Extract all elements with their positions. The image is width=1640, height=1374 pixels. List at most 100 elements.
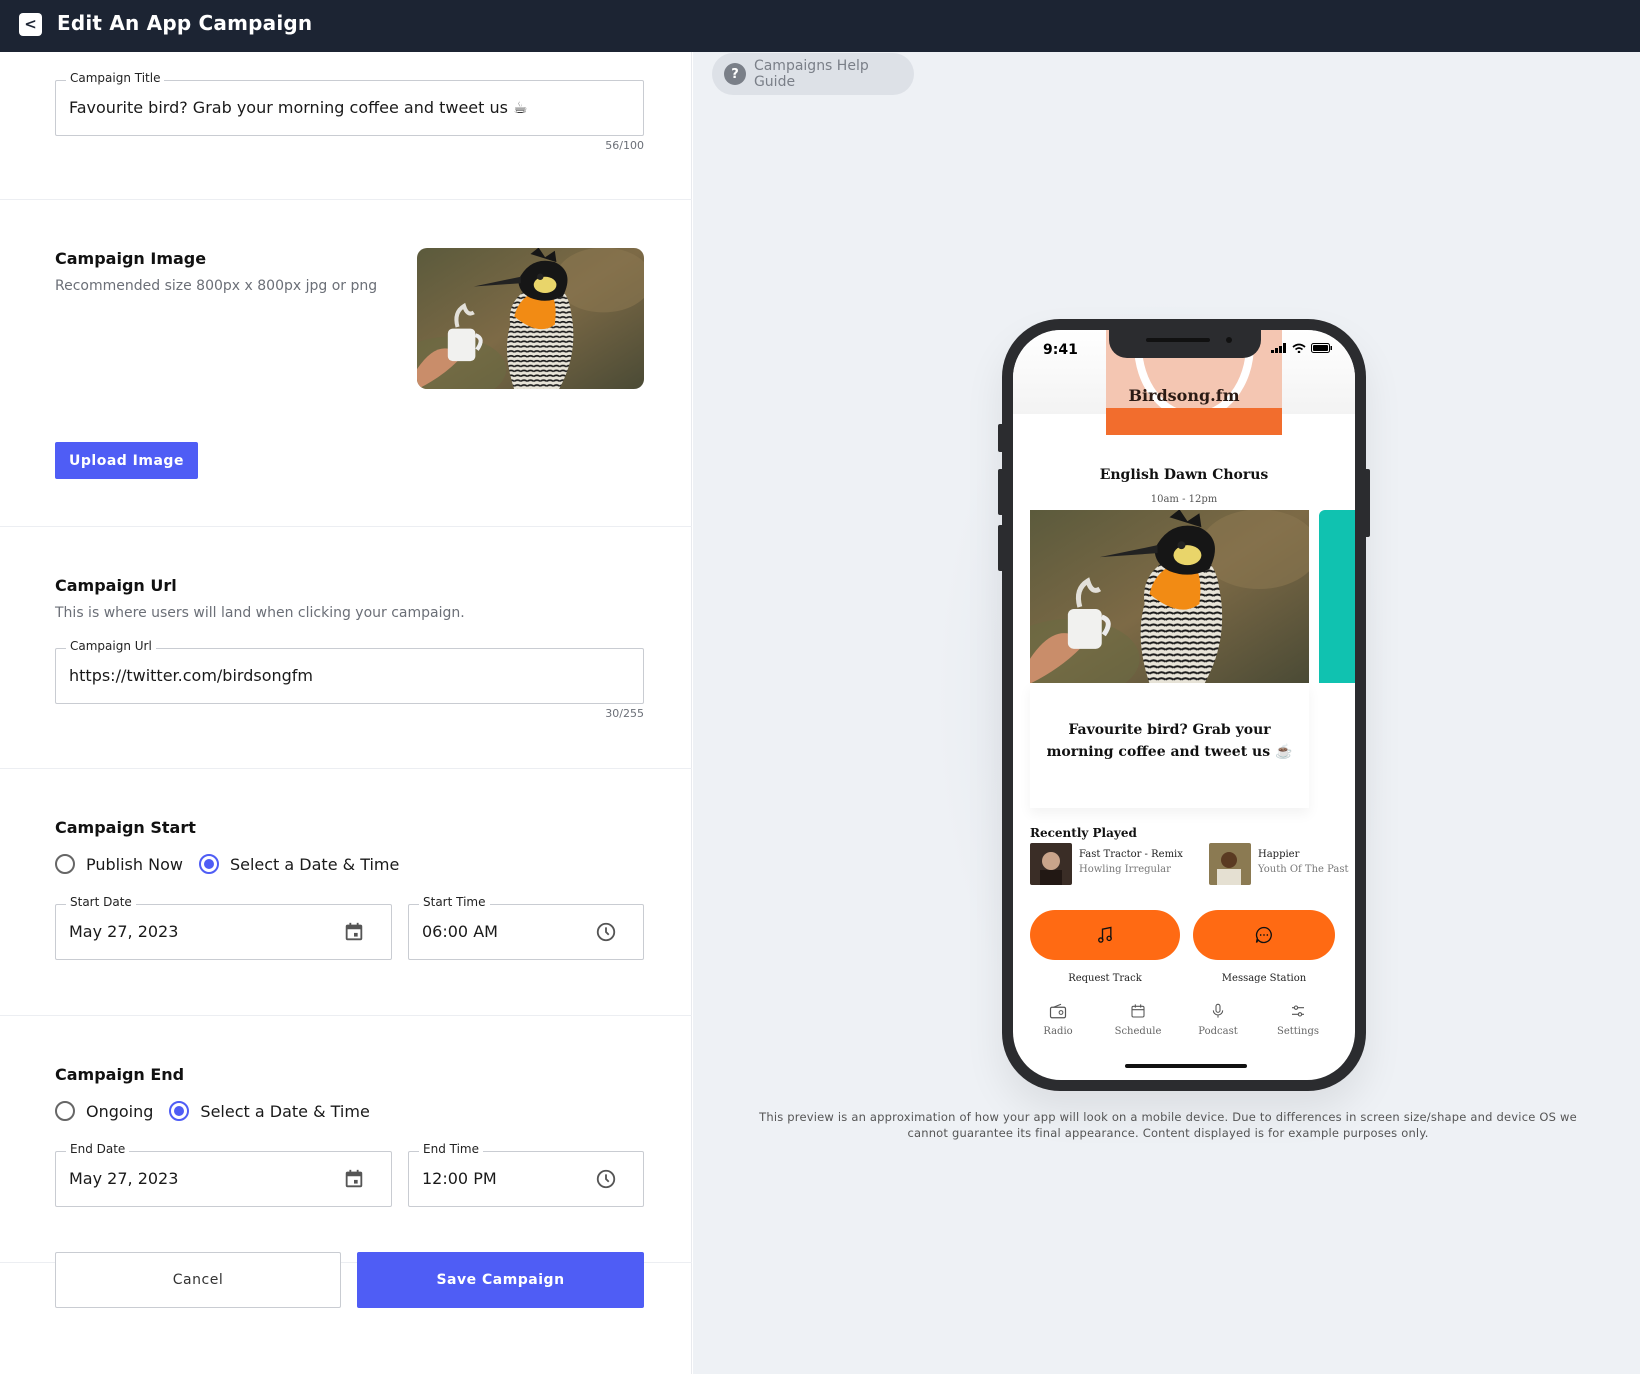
campaign-card-image[interactable] <box>1030 510 1309 683</box>
request-track-button[interactable] <box>1030 910 1180 960</box>
recent-track[interactable]: Fast Tractor - Remix Howling Irregular <box>1030 843 1183 885</box>
phone-side-button <box>998 525 1004 571</box>
status-time: 9:41 <box>1043 342 1078 358</box>
tab-settings[interactable]: Settings <box>1263 1003 1333 1037</box>
show-time: 10am - 12pm <box>1150 494 1218 505</box>
show-title: English Dawn Chorus <box>1099 467 1269 483</box>
chevron-left-icon: < <box>24 15 37 33</box>
help-guide-button[interactable]: ? Campaigns Help Guide <box>712 53 914 95</box>
campaign-title-label: Campaign Title <box>66 71 165 85</box>
campaign-end-options: Ongoing Select a Date & Time <box>55 1101 370 1121</box>
campaign-start-title: Campaign Start <box>55 818 196 837</box>
page-title: Edit An App Campaign <box>57 11 313 35</box>
request-track-label: Request Track <box>1068 973 1142 984</box>
divider <box>0 199 692 200</box>
track-name: Happier <box>1258 849 1300 860</box>
tab-radio[interactable]: Radio <box>1023 1003 1093 1037</box>
end-time-field[interactable]: End Time 12:00 PM <box>408 1142 644 1207</box>
chat-bubble-icon <box>1255 926 1272 944</box>
campaign-url-value: https://twitter.com/birdsongfm <box>69 666 313 685</box>
campaign-title-counter: 56/100 <box>605 139 644 152</box>
track-artist: Youth Of The Past <box>1258 864 1349 875</box>
recent-track[interactable]: Happier Youth Of The Past <box>1209 843 1349 885</box>
end-time-value: 12:00 PM <box>422 1169 497 1188</box>
start-date-field[interactable]: Start Date May 27, 2023 <box>55 895 392 960</box>
message-station-label: Message Station <box>1221 973 1307 984</box>
campaign-card[interactable]: Favourite bird? Grab your morning coffee… <box>1030 683 1309 808</box>
campaign-image-title: Campaign Image <box>55 249 207 268</box>
home-indicator <box>1125 1064 1247 1068</box>
end-date-field[interactable]: End Date May 27, 2023 <box>55 1142 392 1207</box>
divider <box>0 1015 692 1016</box>
start-time-field[interactable]: Start Time 06:00 AM <box>408 895 644 960</box>
campaign-image-subtitle: Recommended size 800px x 800px jpg or pn… <box>55 278 378 294</box>
cancel-button[interactable]: Cancel <box>55 1252 341 1308</box>
back-button[interactable]: < <box>19 13 42 36</box>
tab-settings-label: Settings <box>1277 1026 1319 1037</box>
campaign-url-field[interactable]: Campaign Url https://twitter.com/birdson… <box>55 639 644 704</box>
tab-bar: Radio Schedule Podcast Settings <box>1013 995 1355 1045</box>
track-artist: Howling Irregular <box>1079 864 1171 875</box>
sliders-icon <box>1292 1005 1304 1017</box>
upload-image-button[interactable]: Upload Image <box>55 442 198 479</box>
radio-ongoing-label: Ongoing <box>86 1101 154 1121</box>
radio-ongoing[interactable] <box>55 1101 75 1121</box>
battery-icon <box>1311 343 1332 353</box>
track-artwork <box>1030 843 1072 885</box>
start-time-value: 06:00 AM <box>422 922 498 941</box>
calendar-icon[interactable] <box>343 921 365 943</box>
track-artwork <box>1209 843 1251 885</box>
radio-icon <box>1049 1003 1067 1019</box>
phone-side-button <box>998 424 1004 452</box>
signal-icon <box>1271 343 1286 353</box>
campaign-url-subtitle: This is where users will land when click… <box>55 605 465 621</box>
question-icon: ? <box>724 63 746 85</box>
campaign-url-label: Campaign Url <box>66 639 156 653</box>
phone-notch <box>1109 330 1261 358</box>
campaign-start-options: Publish Now Select a Date & Time <box>55 854 399 874</box>
phone-mockup: Birdsong.fm 9:41 English Dawn Chorus 10a… <box>998 319 1370 1091</box>
clock-icon[interactable] <box>595 921 617 943</box>
preview-panel: ? Campaigns Help Guide Birdsong.fm 9:41 … <box>693 52 1640 1374</box>
start-date-value: May 27, 2023 <box>69 922 179 941</box>
radio-publish-now-label: Publish Now <box>86 854 183 874</box>
tab-podcast[interactable]: Podcast <box>1183 1003 1253 1037</box>
calendar-icon[interactable] <box>343 1168 365 1190</box>
phone-side-button <box>998 469 1004 515</box>
top-bar: < Edit An App Campaign <box>0 0 1640 52</box>
radio-publish-now[interactable] <box>55 854 75 874</box>
campaign-image-preview <box>417 248 644 389</box>
microphone-icon <box>1212 1003 1224 1018</box>
campaign-title-field[interactable]: Campaign Title Favourite bird? Grab your… <box>55 71 644 136</box>
campaign-form: Campaign Title Favourite bird? Grab your… <box>0 52 692 1374</box>
start-date-label: Start Date <box>66 895 136 909</box>
recently-played-title: Recently Played <box>1030 826 1137 840</box>
tab-schedule[interactable]: Schedule <box>1103 1003 1173 1037</box>
campaign-end-title: Campaign End <box>55 1065 185 1084</box>
phone-side-button <box>1364 469 1370 537</box>
next-card-peek[interactable] <box>1319 510 1355 683</box>
calendar-icon <box>1131 1004 1145 1018</box>
tab-radio-label: Radio <box>1043 1026 1073 1037</box>
phone-screen: Birdsong.fm 9:41 English Dawn Chorus 10a… <box>1013 330 1355 1080</box>
status-icons <box>1271 343 1333 353</box>
campaign-title-value: Favourite bird? Grab your morning coffee… <box>69 98 528 117</box>
divider <box>0 526 692 527</box>
radio-start-select-date[interactable] <box>198 854 219 874</box>
music-note-icon <box>1098 926 1112 943</box>
clock-icon[interactable] <box>595 1168 617 1190</box>
save-campaign-button[interactable]: Save Campaign <box>357 1252 644 1308</box>
end-date-label: End Date <box>66 1142 130 1156</box>
end-time-label: End Time <box>419 1142 483 1156</box>
preview-disclaimer: This preview is an approximation of how … <box>759 1110 1577 1140</box>
campaign-url-title: Campaign Url <box>55 576 177 595</box>
radio-end-select-date[interactable] <box>169 1101 190 1121</box>
station-name: Birdsong.fm <box>1128 386 1240 405</box>
help-guide-label: Campaigns Help Guide <box>753 58 869 90</box>
divider <box>0 768 692 769</box>
radio-end-select-date-label: Select a Date & Time <box>200 1101 370 1121</box>
message-station-button[interactable] <box>1193 910 1335 960</box>
end-date-value: May 27, 2023 <box>69 1169 179 1188</box>
campaign-url-counter: 30/255 <box>605 707 644 720</box>
radio-start-select-date-label: Select a Date & Time <box>229 854 400 874</box>
